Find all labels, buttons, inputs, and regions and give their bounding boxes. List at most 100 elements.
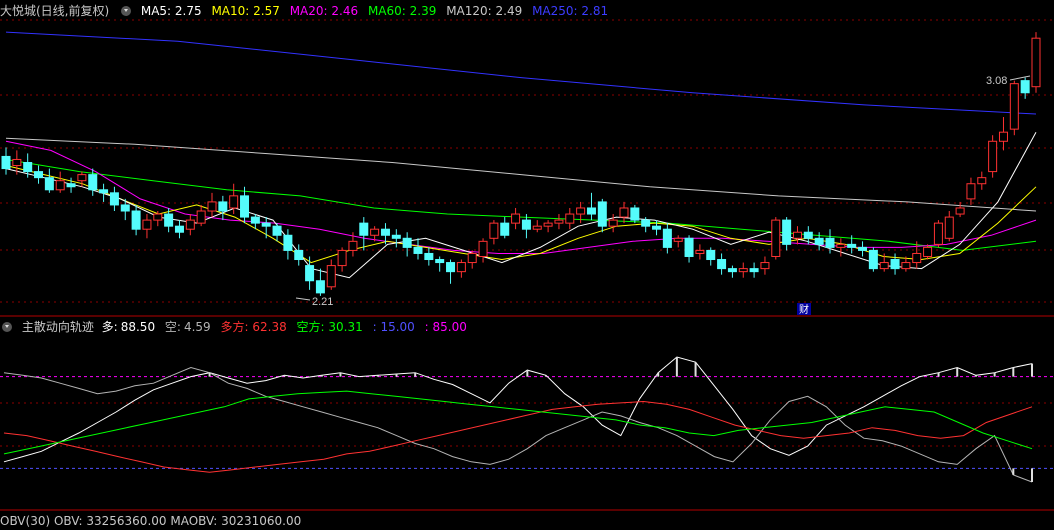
ma250-line [5, 31, 1037, 115]
candle[interactable] [933, 220, 943, 248]
candle[interactable] [402, 232, 412, 257]
candle[interactable] [109, 186, 119, 212]
candle[interactable] [261, 217, 271, 239]
candle[interactable] [413, 238, 423, 260]
candle-body [966, 183, 976, 200]
candle[interactable] [500, 217, 510, 239]
candle[interactable] [1, 147, 11, 175]
candle[interactable] [977, 171, 987, 190]
candle[interactable] [543, 220, 553, 233]
candle[interactable] [706, 247, 716, 266]
candle[interactable] [998, 117, 1008, 151]
candle-body [912, 252, 922, 264]
candle[interactable] [142, 214, 152, 239]
candle[interactable] [1031, 32, 1041, 93]
candle[interactable] [586, 192, 596, 221]
candle[interactable] [294, 244, 304, 266]
candle[interactable] [619, 201, 629, 224]
candle[interactable] [207, 192, 217, 218]
candle[interactable] [185, 214, 195, 236]
candle-body [901, 262, 911, 270]
candle-body [34, 171, 44, 179]
candle[interactable] [673, 235, 683, 248]
candle[interactable] [359, 217, 369, 251]
candle-body [77, 174, 87, 182]
candle[interactable] [99, 183, 109, 202]
candle[interactable] [554, 214, 564, 230]
candle[interactable] [803, 226, 813, 245]
candle[interactable] [760, 256, 770, 275]
candle[interactable] [749, 262, 759, 278]
candle[interactable] [858, 241, 868, 257]
candle[interactable] [55, 171, 65, 193]
candle[interactable] [727, 265, 737, 278]
candle-body [662, 228, 672, 248]
candle[interactable] [955, 201, 965, 218]
main-title[interactable]: 大悦城(日线,前复权) [0, 4, 109, 18]
candle-body [597, 201, 607, 227]
candle[interactable] [684, 235, 694, 263]
candle[interactable] [305, 256, 315, 290]
candle[interactable] [717, 253, 727, 275]
candle[interactable] [792, 226, 802, 245]
level-85-label: : 85.00 [424, 320, 467, 334]
indicator-line-1 [3, 366, 1033, 483]
candle[interactable] [836, 238, 846, 257]
candle[interactable] [988, 135, 998, 178]
candle[interactable] [131, 204, 141, 236]
candle[interactable] [467, 250, 477, 269]
candle[interactable] [446, 259, 456, 284]
candle[interactable] [315, 268, 325, 296]
event-marker-label: 财 [799, 303, 809, 316]
candle[interactable] [391, 229, 401, 248]
chart-canvas[interactable]: 3.08 2.21 财 [0, 0, 1054, 519]
candle-body [109, 192, 119, 206]
candle[interactable] [532, 220, 542, 233]
candle[interactable] [1020, 77, 1030, 99]
candle[interactable] [782, 217, 792, 251]
candle[interactable] [597, 198, 607, 233]
candle[interactable] [1009, 80, 1019, 136]
ma10-label: MA10: 2.57 [211, 4, 280, 18]
candle-body [792, 231, 802, 239]
candle[interactable] [944, 211, 954, 242]
candle[interactable] [34, 165, 44, 184]
candle[interactable] [966, 177, 976, 205]
candle-body [131, 210, 141, 230]
candle[interactable] [695, 244, 705, 260]
candle-body [500, 222, 510, 236]
candle[interactable] [868, 247, 878, 272]
candle-body [749, 268, 759, 273]
candle-body [998, 131, 1008, 142]
candle[interactable] [662, 223, 672, 254]
candle[interactable] [771, 217, 781, 260]
candle[interactable] [435, 256, 445, 272]
candle-body [641, 219, 651, 227]
indicator-panel[interactable] [3, 356, 1033, 483]
candle[interactable] [44, 168, 54, 193]
candle[interactable] [478, 238, 488, 263]
candle-body [164, 213, 174, 227]
candle[interactable] [456, 259, 466, 278]
candle[interactable] [174, 220, 184, 239]
indicator-title[interactable]: 主散动向轨迹 [22, 320, 94, 334]
candle[interactable] [489, 220, 499, 245]
candle[interactable] [164, 207, 174, 233]
candle-body [424, 252, 434, 261]
candle[interactable] [326, 259, 336, 290]
candle[interactable] [218, 195, 228, 221]
collapse-icon[interactable] [2, 322, 12, 332]
candle-body [706, 249, 716, 261]
main-legend: 大悦城(日线,前复权) MA5: 2.75 MA10: 2.57 MA20: 2… [0, 2, 614, 20]
candle[interactable] [565, 207, 575, 230]
candle[interactable] [240, 186, 250, 224]
low-price-label: 2.21 [312, 296, 333, 308]
candle[interactable] [337, 247, 347, 272]
collapse-icon[interactable] [121, 6, 132, 16]
candle[interactable] [196, 204, 206, 227]
candle[interactable] [283, 229, 293, 260]
candle[interactable] [630, 204, 640, 224]
candle[interactable] [738, 262, 748, 278]
candle[interactable] [511, 207, 521, 230]
candle[interactable] [890, 253, 900, 275]
